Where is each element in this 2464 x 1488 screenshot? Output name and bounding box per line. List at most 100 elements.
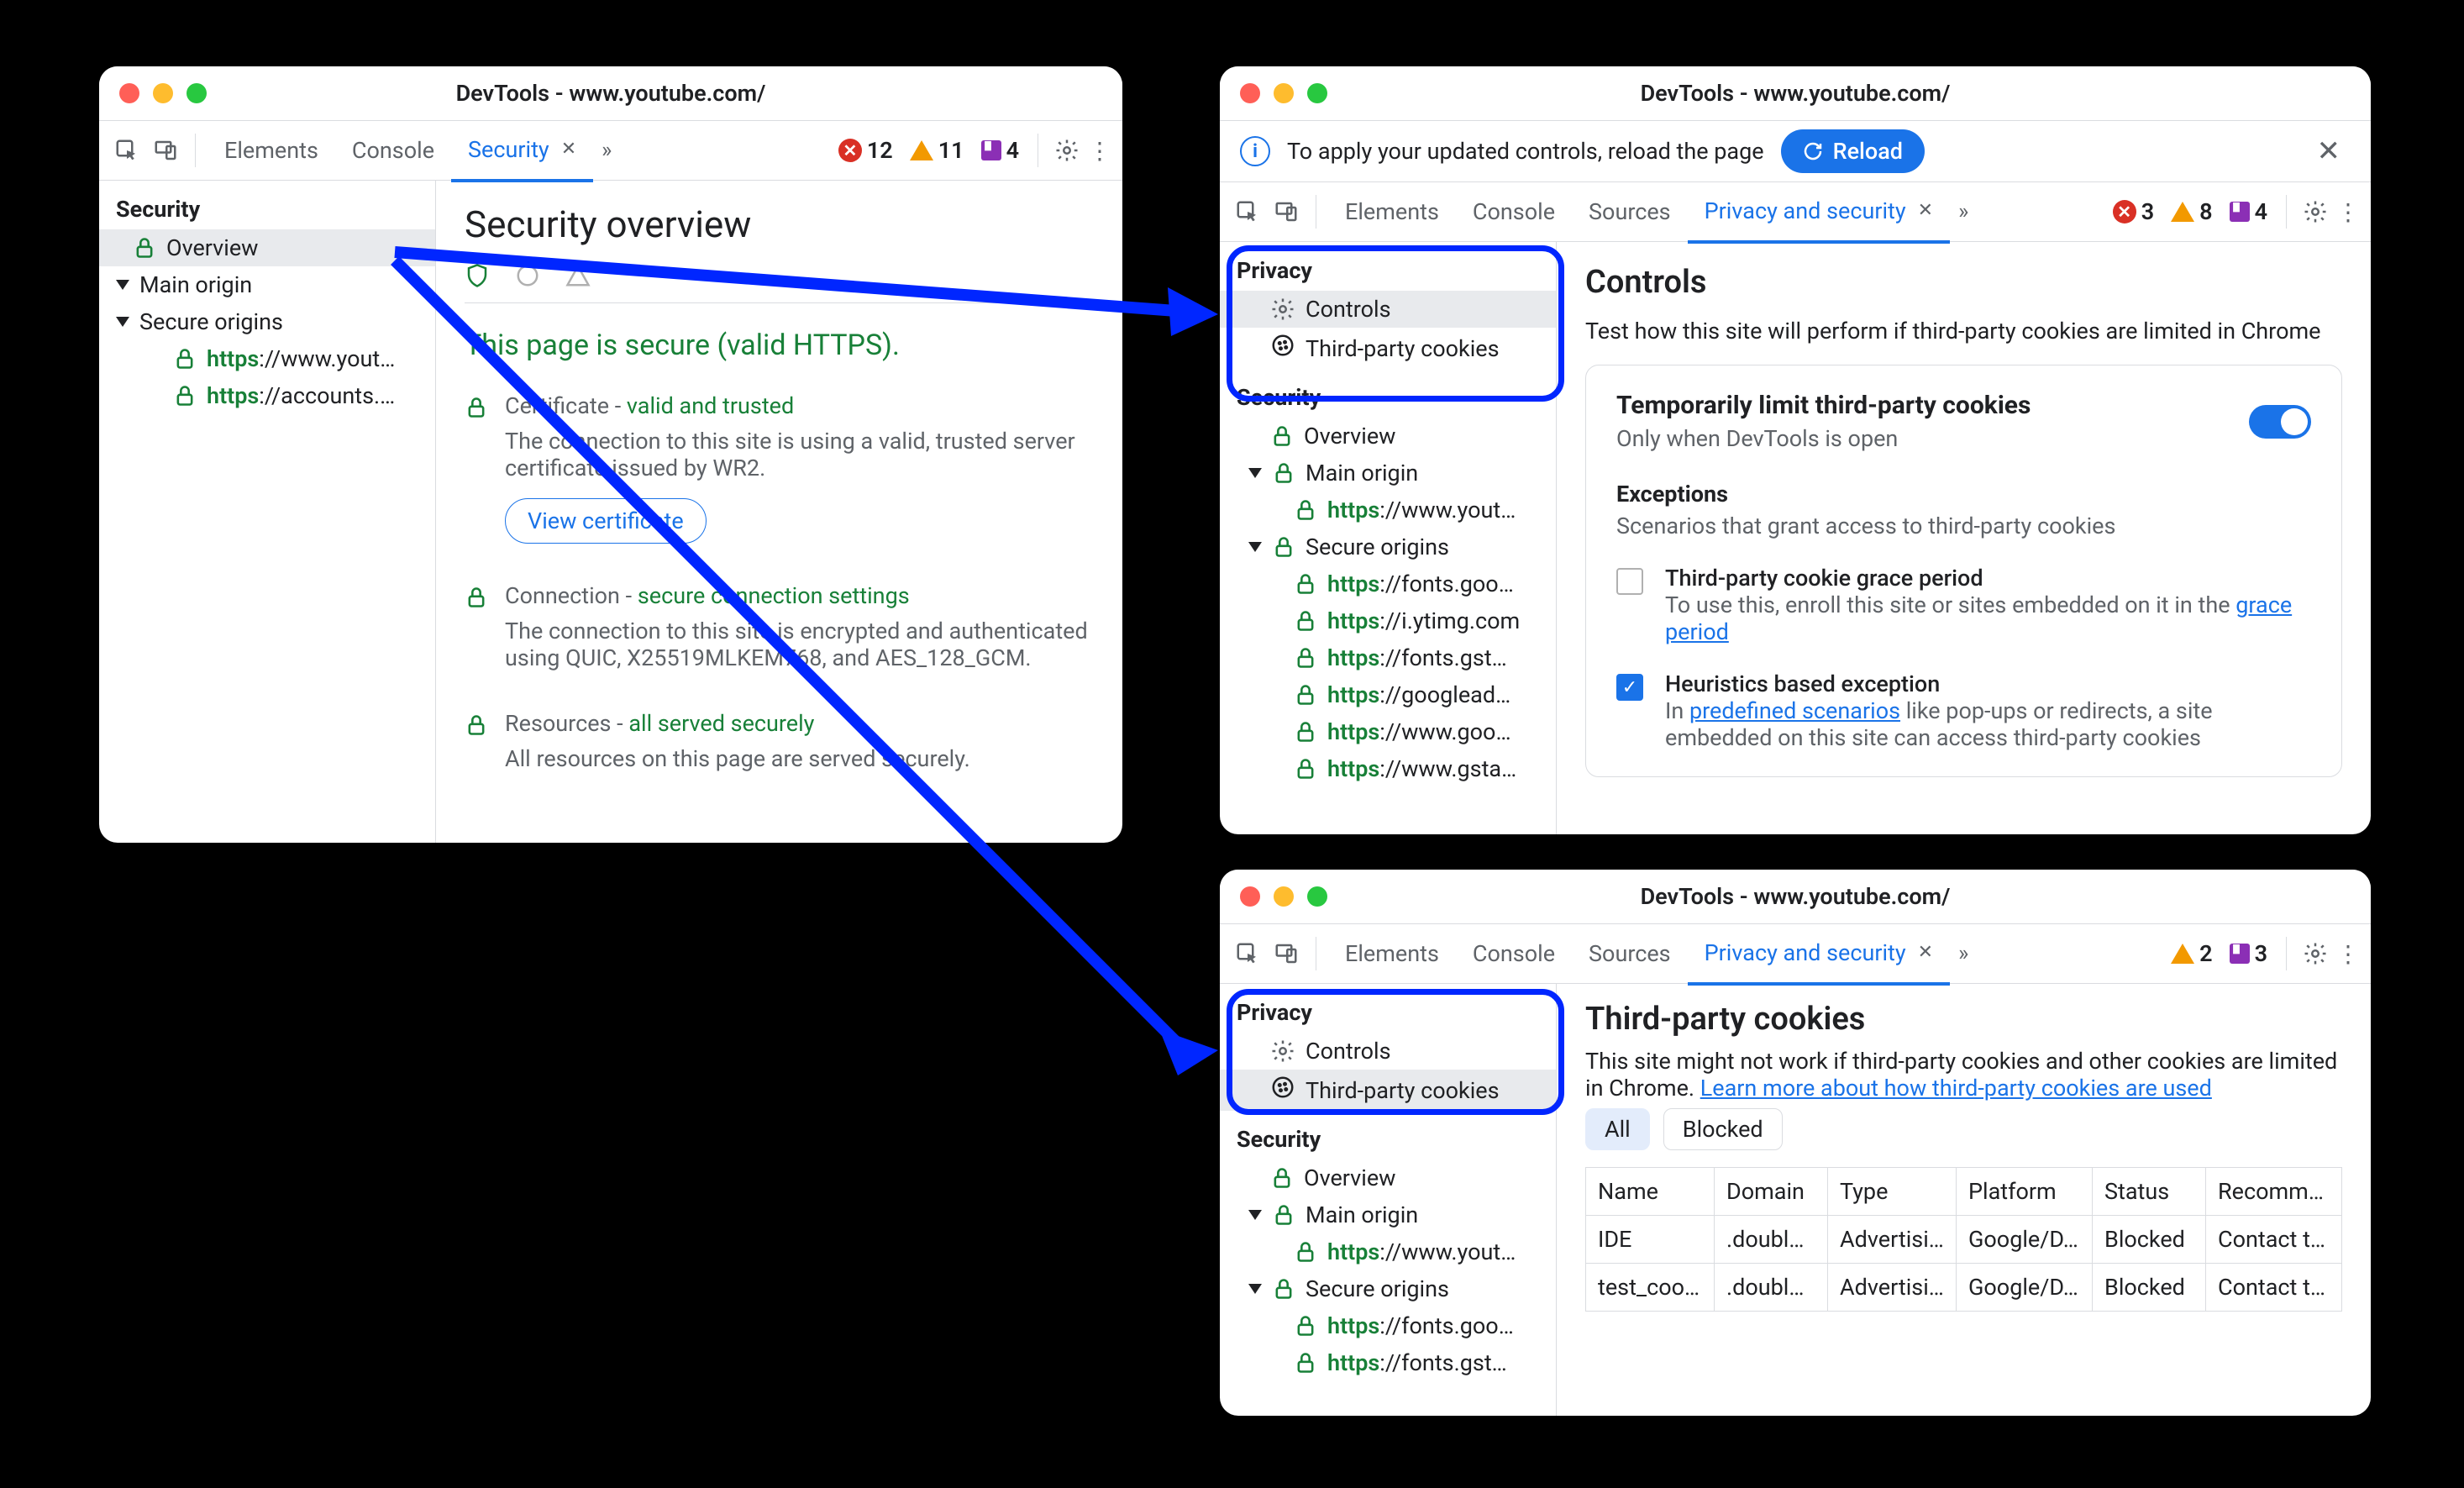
settings-icon[interactable]	[2299, 195, 2332, 229]
more-tabs-icon[interactable]: »	[593, 138, 620, 163]
sidebar-item-secure-origins[interactable]: Secure origins	[99, 303, 435, 340]
chevron-down-icon	[1248, 1210, 1262, 1220]
predefined-scenarios-link[interactable]: predefined scenarios	[1689, 697, 1900, 724]
sidebar-origin-item[interactable]: https://fonts.goo…	[1220, 565, 1556, 602]
filter-chip-all[interactable]: All	[1585, 1108, 1650, 1150]
window-controls[interactable]	[119, 83, 207, 103]
sidebar-item-third-party-cookies[interactable]: Third-party cookies	[1220, 328, 1556, 369]
lock-icon	[1294, 757, 1317, 781]
tab-elements[interactable]: Elements	[1328, 924, 1456, 983]
tab-privacy-security[interactable]: Privacy and security✕	[1688, 923, 1950, 986]
close-window-icon[interactable]	[1240, 83, 1260, 103]
sidebar-origin-item[interactable]: https://accounts.…	[99, 377, 435, 414]
maximize-window-icon[interactable]	[187, 83, 207, 103]
chevron-down-icon	[1248, 1284, 1262, 1294]
sidebar-item-main-origin[interactable]: Main origin	[1220, 455, 1556, 492]
inspect-icon[interactable]	[109, 133, 144, 168]
tab-sources[interactable]: Sources	[1572, 182, 1688, 241]
inspect-icon[interactable]	[1230, 194, 1265, 229]
grace-period-checkbox[interactable]	[1616, 568, 1643, 595]
issue-counters[interactable]: ✕12 11 ▘4	[838, 137, 1019, 164]
issue-counters[interactable]: ✕3 8 ▘4	[2113, 198, 2267, 225]
page-title: Controls	[1585, 264, 2342, 301]
sidebar-origin-item[interactable]: https://www.yout…	[1220, 492, 1556, 528]
connection-section: Connection - secure connection settings …	[465, 582, 1094, 671]
sidebar-item-secure-origins[interactable]: Secure origins	[1220, 528, 1556, 565]
page-title: Security overview	[465, 202, 1094, 246]
reload-button[interactable]: Reload	[1781, 129, 1925, 173]
settings-icon[interactable]	[2299, 937, 2332, 970]
lock-icon	[1294, 572, 1317, 596]
learn-more-link[interactable]: Learn more about how third-party cookies…	[1700, 1075, 2212, 1102]
window-controls[interactable]	[1240, 83, 1327, 103]
certificate-section: Certificate - valid and trusted The conn…	[465, 392, 1094, 544]
settings-icon[interactable]	[1050, 134, 1084, 167]
tab-console[interactable]: Console	[1456, 924, 1572, 983]
tab-security[interactable]: Security✕	[451, 120, 593, 182]
device-icon[interactable]	[1269, 936, 1304, 971]
sidebar-item-controls[interactable]: Controls	[1220, 291, 1556, 328]
close-window-icon[interactable]	[1240, 886, 1260, 907]
issue-counters[interactable]: 2 ▘3	[2171, 940, 2267, 967]
minimize-window-icon[interactable]	[153, 83, 173, 103]
kebab-menu-icon[interactable]: ⋮	[1087, 137, 1112, 165]
sidebar-item-overview[interactable]: Overview	[1220, 1159, 1556, 1196]
kebab-menu-icon[interactable]: ⋮	[2335, 940, 2361, 968]
sidebar-item-overview[interactable]: Overview	[1220, 418, 1556, 455]
tab-console[interactable]: Console	[1456, 182, 1572, 241]
sidebar-origin-item[interactable]: https://fonts.gst…	[1220, 1344, 1556, 1381]
table-row[interactable]: test_cookie.double…Advertisi…Google/D…Bl…	[1586, 1264, 2342, 1312]
issues-icon: ▘	[2230, 202, 2250, 222]
sidebar-origin-item[interactable]: https://googlead…	[1220, 676, 1556, 713]
sidebar-item-main-origin[interactable]: Main origin	[1220, 1196, 1556, 1233]
sidebar-item-overview[interactable]: Overview	[99, 229, 435, 266]
sidebar-item-third-party-cookies[interactable]: Third-party cookies	[1220, 1070, 1556, 1111]
sidebar-origin-item[interactable]: https://www.gsta…	[1220, 750, 1556, 787]
view-certificate-button[interactable]: View certificate	[505, 498, 707, 544]
exception-grace-period: Third-party cookie grace period To use t…	[1616, 565, 2311, 645]
titlebar: DevTools - www.youtube.com/	[1220, 66, 2371, 121]
sidebar-item-controls[interactable]: Controls	[1220, 1033, 1556, 1070]
sidebar-origin-item[interactable]: https://www.goo…	[1220, 713, 1556, 750]
third-party-cookies-main: Third-party cookies This site might not …	[1557, 984, 2371, 1416]
issues-icon: ▘	[981, 140, 1001, 160]
heuristics-checkbox[interactable]: ✓	[1616, 674, 1643, 701]
more-tabs-icon[interactable]: »	[1950, 941, 1977, 966]
table-row[interactable]: IDE.double…Advertisi…Google/D…BlockedCon…	[1586, 1216, 2342, 1264]
close-tab-icon[interactable]: ✕	[1918, 200, 1933, 221]
minimize-window-icon[interactable]	[1274, 886, 1294, 907]
maximize-window-icon[interactable]	[1307, 83, 1327, 103]
filter-chip-blocked[interactable]: Blocked	[1663, 1108, 1783, 1150]
inspect-icon[interactable]	[1230, 936, 1265, 971]
more-tabs-icon[interactable]: »	[1950, 199, 1977, 224]
sidebar-origin-item[interactable]: https://i.ytimg.com	[1220, 602, 1556, 639]
tab-elements[interactable]: Elements	[1328, 182, 1456, 241]
sidebar-origin-item[interactable]: httpshttps://www.yout…://www.yout…	[99, 340, 435, 377]
chevron-down-icon	[116, 280, 129, 290]
sidebar-item-main-origin[interactable]: Main origin	[99, 266, 435, 303]
sidebar-origin-item[interactable]: https://fonts.gst…	[1220, 639, 1556, 676]
controls-main: Controls Test how this site will perform…	[1557, 242, 2371, 834]
titlebar: DevTools - www.youtube.com/	[99, 66, 1122, 121]
limit-cookies-toggle[interactable]	[2249, 405, 2311, 439]
minimize-window-icon[interactable]	[1274, 83, 1294, 103]
close-window-icon[interactable]	[119, 83, 139, 103]
tab-elements[interactable]: Elements	[208, 121, 335, 180]
maximize-window-icon[interactable]	[1307, 886, 1327, 907]
tab-console[interactable]: Console	[335, 121, 451, 180]
close-tab-icon[interactable]: ✕	[561, 139, 576, 160]
window-controls[interactable]	[1240, 886, 1327, 907]
sidebar-item-secure-origins[interactable]: Secure origins	[1220, 1270, 1556, 1307]
tab-sources[interactable]: Sources	[1572, 924, 1688, 983]
security-main: Security overview This page is secure (v…	[436, 181, 1122, 843]
window-title: DevTools - www.youtube.com/	[456, 80, 766, 107]
kebab-menu-icon[interactable]: ⋮	[2335, 198, 2361, 226]
sidebar-origin-item[interactable]: https://fonts.goo…	[1220, 1307, 1556, 1344]
device-icon[interactable]	[1269, 194, 1304, 229]
device-icon[interactable]	[148, 133, 183, 168]
close-bar-icon[interactable]: ✕	[2307, 134, 2351, 168]
close-tab-icon[interactable]: ✕	[1918, 942, 1933, 963]
gear-icon	[1270, 297, 1295, 322]
sidebar-origin-item[interactable]: https://www.yout…	[1220, 1233, 1556, 1270]
tab-privacy-security[interactable]: Privacy and security✕	[1688, 181, 1950, 244]
